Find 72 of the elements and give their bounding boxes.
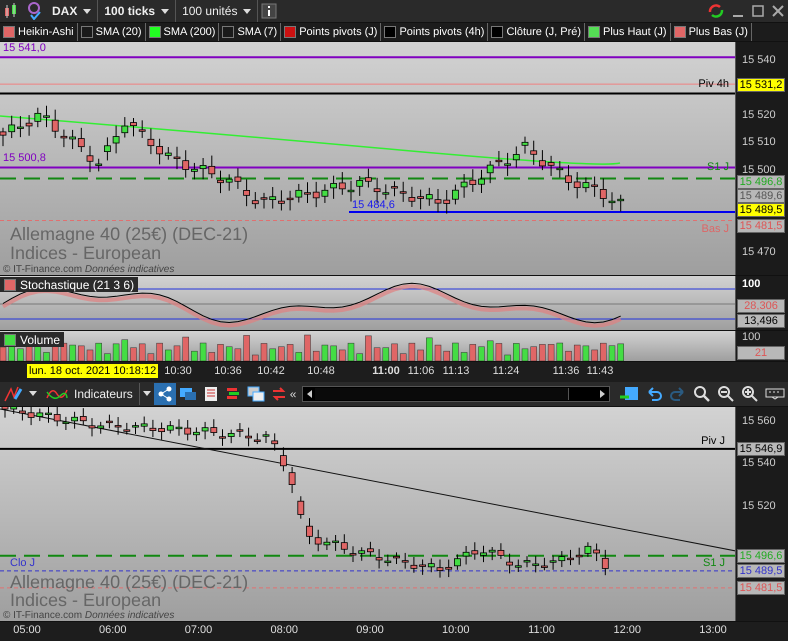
watermark-text: Allemagne 40 (25€) (DEC-21) — [10, 224, 248, 243]
axis-label: 15 520 — [742, 500, 776, 513]
legend-item[interactable]: Plus Bas (J) — [670, 23, 752, 41]
time-label: 10:48 — [307, 364, 335, 377]
price-tag: 15 546,9 — [737, 442, 785, 456]
price-tag: 28,306 — [737, 299, 785, 314]
axis-label: 15 470 — [742, 246, 776, 259]
time-label: 12:00 — [613, 624, 642, 636]
price-tag: 15 489,5 — [737, 202, 785, 217]
time-label: 11:24 — [492, 364, 520, 377]
legend-item[interactable]: SMA (7) — [219, 23, 282, 41]
watermark-text: Indices - European — [10, 244, 162, 262]
price-label: 15 541,0 — [3, 42, 46, 54]
time-label: 13:00 — [699, 624, 727, 636]
price-tag: 15 481,5 — [737, 218, 785, 233]
axis-label: 100 — [742, 331, 760, 344]
legend-item[interactable]: Heikin-Ashi — [0, 23, 78, 41]
credit-text: © IT-Finance.com Données indicatives — [3, 264, 174, 275]
axis-label: 15 510 — [742, 136, 776, 150]
credit-text: © IT-Finance.com Données indicatives — [3, 610, 174, 621]
indicators-button[interactable]: Indicateurs — [40, 382, 140, 405]
legend-item[interactable]: SMA (20) — [78, 23, 146, 41]
axis-label: 15 520 — [742, 108, 776, 122]
line-label: Clo J — [10, 556, 36, 569]
line-label: Bas J — [701, 222, 729, 235]
time-label: 10:36 — [214, 364, 242, 377]
price-tag: 15 481,5 — [737, 580, 785, 595]
price-tag: 15 531,2 — [737, 78, 785, 92]
time-label: 09:00 — [356, 624, 384, 636]
watermark-text: Indices - European — [10, 590, 162, 609]
price-tag: 15 496,6 — [737, 548, 785, 563]
cursor-time-label: lun. 18 oct. 2021 10:18:12 — [27, 364, 158, 378]
interval-dropdown[interactable]: 100 ticks — [98, 0, 176, 22]
price-tag: 13,496 — [737, 314, 785, 328]
time-label: 10:00 — [442, 624, 470, 636]
axis-label: 15 540 — [742, 54, 776, 67]
price-tag: 21 — [737, 346, 785, 360]
line-label: S1 J — [702, 556, 725, 569]
axis-label: 15 500 — [742, 164, 776, 177]
price-label: 15 500,8 — [3, 152, 46, 164]
legend-item[interactable]: Points pivots (4h) — [381, 23, 488, 41]
axis-label: 15 540 — [742, 457, 776, 470]
legend-item[interactable]: Points pivots (J) — [281, 23, 382, 41]
time-label: 11:06 — [408, 364, 434, 377]
time-label: 06:00 — [98, 624, 127, 636]
price-tag: 15 489,5 — [737, 564, 785, 578]
time-label: 11:00 — [528, 624, 555, 636]
time-label: 07:00 — [184, 624, 212, 636]
legend-item[interactable]: Plus Haut (J) — [585, 23, 671, 41]
time-label: 08:00 — [270, 624, 298, 636]
time-label: 10:42 — [257, 364, 285, 377]
symbol-dropdown[interactable]: DAX — [46, 0, 98, 22]
indicator-title: Stochastique (21 3 6) — [0, 277, 138, 292]
line-label: Piv J — [701, 434, 725, 447]
time-label: 11:36 — [552, 364, 580, 377]
units-dropdown[interactable]: 100 unités — [176, 0, 258, 22]
indicator-title: Volume — [0, 332, 64, 348]
time-label: 05:00 — [13, 624, 41, 636]
price-tag: 15 489,6 — [737, 188, 785, 203]
price-label: 15 484,6 — [352, 198, 395, 211]
time-label: 11:13 — [442, 364, 470, 377]
line-label: Piv 4h — [698, 78, 729, 90]
collapse-button[interactable]: « — [290, 386, 296, 401]
axis-label: 15 560 — [742, 414, 776, 428]
time-label: 10:30 — [164, 364, 192, 377]
price-tag: 15 496,8 — [737, 174, 785, 189]
legend-item[interactable]: Clôture (J, Pré) — [488, 23, 586, 41]
legend-item[interactable]: SMA (200) — [146, 23, 220, 41]
axis-label: 100 — [742, 278, 760, 292]
time-label: 11:43 — [586, 364, 614, 377]
time-label: 11:00 — [372, 364, 400, 377]
watermark-text: Allemagne 40 (25€) (DEC-21) — [10, 572, 248, 591]
